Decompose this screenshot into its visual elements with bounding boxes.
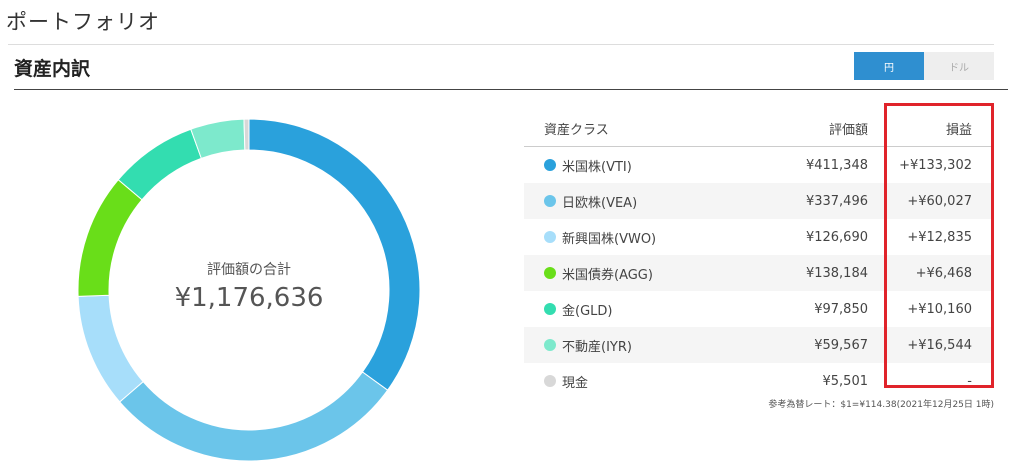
table-row: 現金 ¥5,501 -: [524, 363, 994, 399]
asset-class-cell: 金(GLD): [524, 291, 765, 327]
title-divider: [8, 44, 994, 45]
asset-value: ¥5,501: [822, 373, 869, 389]
legend-dot-icon: [544, 266, 556, 279]
legend-dot-icon: [544, 194, 556, 207]
total-value-amount: ¥1,176,636: [174, 283, 324, 313]
asset-value: ¥138,184: [765, 255, 868, 291]
asset-name: 日欧株(VEA): [562, 195, 638, 211]
section-title: 資産内訳: [14, 58, 91, 80]
donut-center: 評価額の合計 ¥1,176,636: [78, 119, 420, 461]
currency-yen-button[interactable]: 円: [854, 52, 924, 80]
table-row: 不動産(IYR) ¥59,567 +¥16,544: [524, 327, 994, 363]
currency-usd-button[interactable]: ドル: [924, 52, 994, 80]
asset-class-cell: 米国株(VTI): [524, 147, 765, 184]
asset-gain: +¥16,544: [868, 327, 994, 363]
table-row: 米国債券(AGG) ¥138,184 +¥6,468: [524, 255, 994, 291]
legend-dot-icon: [544, 158, 556, 171]
asset-name: 不動産(IYR): [562, 339, 632, 355]
table-row: 米国株(VTI) ¥411,348 +¥133,302: [524, 147, 994, 184]
asset-name: 現金: [562, 375, 589, 391]
header-asset-class: 資産クラス: [524, 111, 765, 147]
asset-name: 米国株(VTI): [562, 159, 632, 175]
table-row: 日欧株(VEA) ¥337,496 +¥60,027: [524, 183, 994, 219]
legend-dot-icon: [544, 338, 556, 351]
table-header-row: 資産クラス 評価額 損益: [524, 111, 994, 147]
asset-gain: +¥12,835: [907, 229, 972, 245]
asset-value: ¥59,567: [765, 327, 868, 363]
header-value: 評価額: [765, 111, 868, 147]
asset-class-cell: 不動産(IYR): [524, 327, 765, 363]
legend-dot-icon: [544, 302, 556, 315]
section-divider: [14, 89, 1008, 90]
header-gain: 損益: [868, 111, 994, 147]
asset-name: 米国債券(AGG): [562, 267, 653, 283]
legend-dot-icon: [544, 230, 556, 243]
asset-class-cell: 現金: [524, 363, 765, 399]
page-title: ポートフォリオ: [6, 10, 160, 34]
table-row: 金(GLD) ¥97,850 +¥10,160: [524, 291, 994, 327]
asset-gain: -: [967, 373, 972, 389]
asset-name: 新興国株(VWO): [562, 231, 657, 247]
currency-toggle: 円 ドル: [854, 52, 994, 80]
legend-dot-icon: [544, 374, 556, 387]
asset-gain: +¥133,302: [899, 157, 972, 173]
asset-value: ¥411,348: [805, 157, 868, 173]
asset-name: 金(GLD): [562, 303, 613, 319]
asset-gain: +¥10,160: [907, 301, 972, 317]
table-row: 新興国株(VWO) ¥126,690 +¥12,835: [524, 219, 994, 255]
asset-value: ¥97,850: [814, 301, 868, 317]
asset-gain: +¥60,027: [868, 183, 994, 219]
exchange-rate-note: 参考為替レート：$1=¥114.38(2021年12月25日 1時): [768, 400, 994, 410]
asset-value: ¥337,496: [765, 183, 868, 219]
asset-class-cell: 日欧株(VEA): [524, 183, 765, 219]
allocation-donut-chart: 評価額の合計 ¥1,176,636: [78, 119, 420, 461]
asset-class-cell: 新興国株(VWO): [524, 219, 765, 255]
asset-gain: +¥6,468: [868, 255, 994, 291]
total-value-label: 評価額の合計: [207, 262, 291, 278]
asset-value: ¥126,690: [805, 229, 868, 245]
asset-class-cell: 米国債券(AGG): [524, 255, 765, 291]
asset-table: 資産クラス 評価額 損益 米国株(VTI) ¥411,348 +¥133,302…: [524, 111, 994, 399]
